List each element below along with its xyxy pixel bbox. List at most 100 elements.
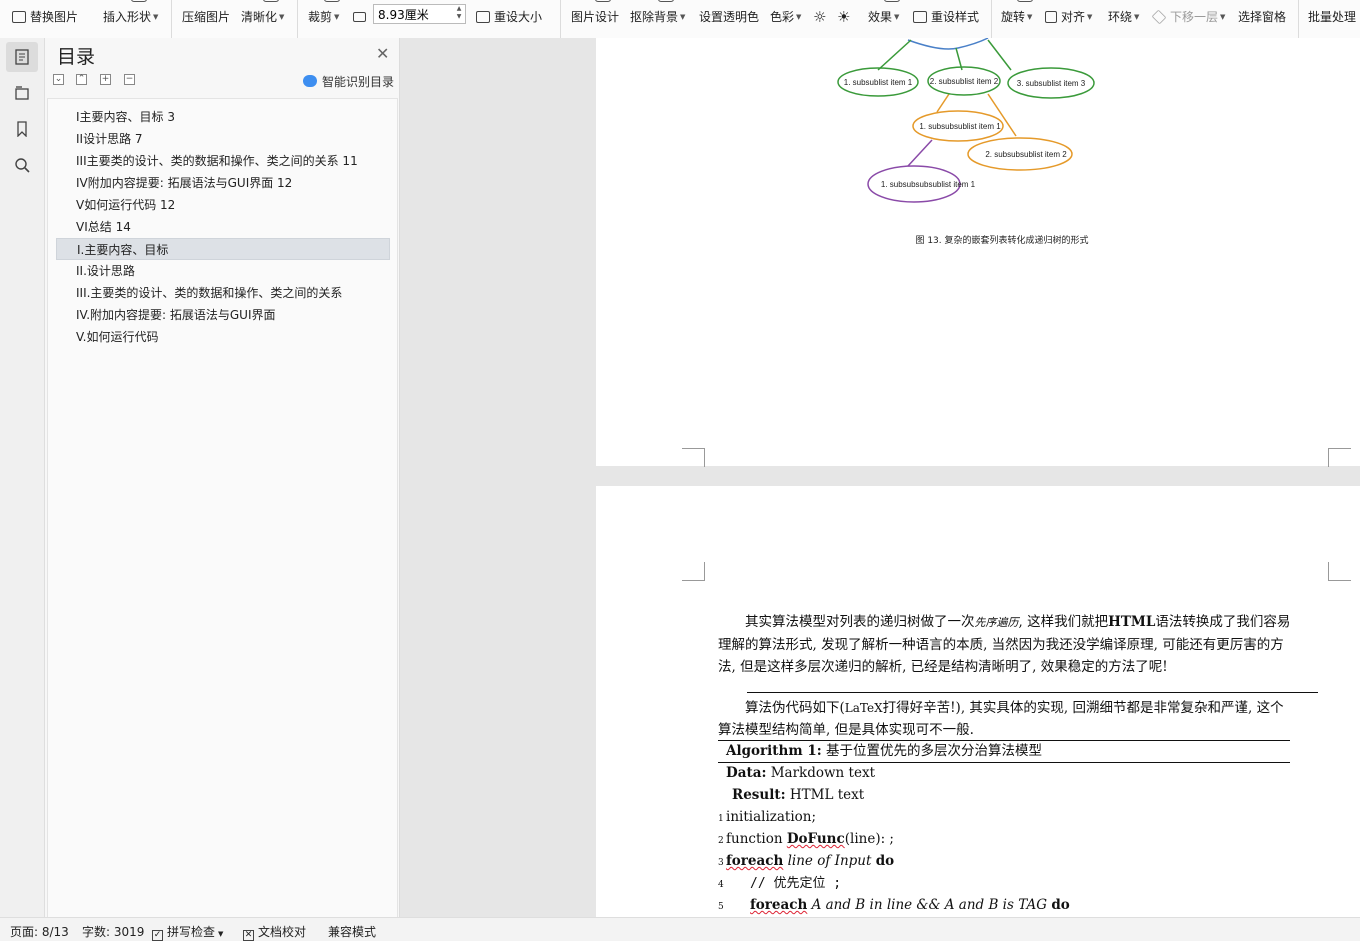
width-input[interactable] bbox=[373, 4, 466, 24]
document-outline-icon bbox=[15, 49, 29, 65]
rotate-button[interactable]: 旋转 ▼ bbox=[1001, 0, 1033, 27]
crop-icon bbox=[323, 0, 340, 2]
toc-item[interactable]: III主要类的设计、类的数据和操作、类之间的关系 11 bbox=[56, 150, 390, 172]
smart-toc-button[interactable]: 智能识别目录 bbox=[303, 72, 394, 90]
algorithm-result[interactable]: Result: HTML text bbox=[732, 784, 864, 806]
close-icon[interactable]: ✕ bbox=[376, 44, 389, 63]
chevron-down-icon: ▼ bbox=[153, 13, 159, 21]
toc-item[interactable]: III.主要类的设计、类的数据和操作、类之间的关系 bbox=[56, 282, 390, 304]
tree-node-label: 1. subsubsublist item 1 bbox=[919, 122, 1001, 131]
reset-style-icon bbox=[913, 11, 927, 23]
toc-item[interactable]: IV附加内容提要: 拓展语法与GUI界面 12 bbox=[56, 172, 390, 194]
insert-shape-button[interactable]: 插入形状 ▼ bbox=[103, 0, 159, 27]
batch-process-button[interactable]: 批量处理 bbox=[1308, 7, 1356, 27]
search-panel-button[interactable] bbox=[6, 150, 38, 180]
reset-style-button[interactable]: 重设样式 bbox=[913, 7, 979, 27]
effects-button[interactable]: 效果 ▼ bbox=[868, 0, 900, 27]
algorithm-line[interactable]: 3 foreach line of Input do bbox=[718, 850, 894, 874]
align-icon bbox=[1045, 11, 1057, 23]
tree-edge bbox=[877, 39, 912, 71]
status-bar: 页面: 8/13 字数: 3019 ✓ 拼写检查 ▼ ✕ 文档校对 兼容模式 bbox=[0, 917, 1360, 941]
toc-title: 目录 bbox=[57, 46, 96, 68]
compress-image-button[interactable]: 压缩图片 bbox=[182, 7, 230, 27]
tree-edge bbox=[936, 93, 950, 113]
align-button[interactable]: 对齐 ▼ bbox=[1045, 7, 1092, 27]
chevron-down-icon: ▼ bbox=[680, 13, 686, 21]
selection-pane-button[interactable]: 选择窗格 bbox=[1238, 7, 1286, 27]
algorithm-line[interactable]: 2 function DoFunc(line): ; bbox=[718, 828, 894, 852]
chapter-icon bbox=[15, 86, 29, 100]
tree-node-label: 1. subsubsubsublist item 1 bbox=[881, 180, 976, 189]
image-design-button[interactable]: 图片设计 bbox=[571, 0, 619, 27]
clarify-button[interactable]: 清晰化 ▼ bbox=[241, 0, 284, 27]
divider bbox=[747, 692, 1318, 693]
width-stepper[interactable]: ▲ ▼ bbox=[454, 5, 464, 23]
toc-item[interactable]: IV.附加内容提要: 拓展语法与GUI界面 bbox=[56, 304, 390, 326]
set-transparent-button[interactable]: 设置透明色 bbox=[699, 7, 759, 27]
word-count[interactable]: 字数: 3019 bbox=[82, 923, 144, 940]
tree-node-label: 1. subsublist item 1 bbox=[844, 78, 913, 87]
brightness-down-icon[interactable]: ☀ bbox=[837, 7, 850, 27]
picture-tools-ribbon: 替换图片 插入形状▼ 压缩图片 清晰化▼ 裁剪▼ ▲▼ 重设大小 图片设计 抠除… bbox=[0, 0, 1360, 39]
figure-caption: 图 13. 复杂的嵌套列表转化成递归树的形式 bbox=[915, 234, 1088, 246]
tree-node-label: 2. subsubsublist item 2 bbox=[985, 150, 1067, 159]
spell-check-button[interactable]: ✓ 拼写检查 ▼ bbox=[152, 923, 223, 941]
divider bbox=[171, 0, 172, 38]
wrap-button[interactable]: 环绕 ▼ bbox=[1108, 7, 1139, 27]
algorithm-line[interactable]: 4// 优先定位 ; bbox=[718, 872, 841, 896]
reset-size-button[interactable]: 重设大小 bbox=[476, 7, 542, 27]
algorithm-title[interactable]: Algorithm 1: 基于位置优先的多层次分治算法模型 bbox=[726, 740, 1042, 762]
toc-item[interactable]: V如何运行代码 12 bbox=[56, 194, 390, 216]
crop-mark bbox=[1328, 448, 1351, 467]
algorithm-line[interactable]: 1 initialization; bbox=[718, 806, 816, 830]
width-icon bbox=[353, 7, 370, 27]
tree-node-label: 3. subsublist item 3 bbox=[1017, 79, 1086, 88]
remove-heading-icon[interactable]: − bbox=[124, 74, 135, 85]
chevron-down-icon: ▼ bbox=[1220, 13, 1226, 21]
remove-bg-icon bbox=[657, 0, 674, 2]
checkbox-icon: ✓ bbox=[152, 930, 163, 941]
divider bbox=[560, 0, 561, 38]
toc-panel: 目录 ✕ ⌄ ⌃ + − 智能识别目录 I主要内容、目标 3 II设计思路 7 … bbox=[45, 38, 400, 918]
algorithm-data[interactable]: Data: Markdown text bbox=[726, 762, 875, 784]
search-icon bbox=[15, 158, 30, 173]
toc-list: I主要内容、目标 3 II设计思路 7 III主要类的设计、类的数据和操作、类之… bbox=[47, 98, 398, 918]
toc-item[interactable]: II设计思路 7 bbox=[56, 128, 390, 150]
design-icon bbox=[595, 0, 611, 2]
send-backward-button[interactable]: 下移一层 ▼ bbox=[1151, 7, 1226, 27]
crop-mark bbox=[1328, 562, 1351, 581]
document-canvas[interactable]: 1. subsublist item 1 2. subsublist item … bbox=[400, 38, 1360, 917]
collapse-all-icon[interactable]: ⌃ bbox=[76, 74, 87, 85]
crop-mark bbox=[682, 562, 705, 581]
toc-panel-button[interactable] bbox=[6, 42, 38, 72]
brightness-up-icon[interactable]: ☼ bbox=[813, 7, 826, 27]
chapter-panel-button[interactable] bbox=[6, 78, 38, 108]
replace-image-button[interactable]: 替换图片 bbox=[12, 7, 78, 27]
algorithm-line[interactable]: 5 foreach A and B in line && A and B is T… bbox=[718, 894, 1070, 917]
crop-button[interactable]: 裁剪 ▼ bbox=[308, 0, 340, 27]
toc-item[interactable]: VI总结 14 bbox=[56, 216, 390, 238]
toc-item-selected[interactable]: I.主要内容、目标 bbox=[56, 238, 390, 260]
document-page: 1. subsublist item 1 2. subsublist item … bbox=[596, 38, 1360, 467]
tree-node-label: 2. subsublist item 2 bbox=[930, 77, 999, 86]
toc-item[interactable]: V.如何运行代码 bbox=[56, 326, 390, 348]
compat-mode-label: 兼容模式 bbox=[328, 925, 377, 939]
expand-all-icon[interactable]: ⌄ bbox=[53, 74, 64, 85]
chevron-down-icon: ▼ bbox=[218, 930, 224, 938]
toc-item[interactable]: II.设计思路 bbox=[56, 260, 390, 282]
bookmark-panel-button[interactable] bbox=[6, 114, 38, 144]
shape-icon bbox=[130, 0, 147, 2]
body-paragraph[interactable]: 其实算法模型对列表的递归树做了一次先序遍历, 这样我们就把HTML语法转换成了我… bbox=[718, 611, 1292, 678]
page-indicator[interactable]: 页面: 8/13 bbox=[10, 923, 69, 940]
tree-edge bbox=[907, 38, 989, 50]
color-button[interactable]: 色彩 ▼ bbox=[770, 7, 801, 27]
body-paragraph[interactable]: 算法伪代码如下(LaTeX打得好辛苦!), 其实具体的实现, 回溯细节都是非常复… bbox=[718, 697, 1292, 741]
proofread-button[interactable]: ✕ 文档校对 bbox=[243, 923, 306, 941]
proofread-icon: ✕ bbox=[243, 930, 254, 941]
add-heading-icon[interactable]: + bbox=[100, 74, 111, 85]
image-icon bbox=[12, 11, 26, 23]
divider bbox=[991, 0, 992, 38]
recursion-tree-figure[interactable]: 1. subsublist item 1 2. subsublist item … bbox=[596, 38, 1360, 466]
toc-item[interactable]: I主要内容、目标 3 bbox=[56, 106, 390, 128]
remove-background-button[interactable]: 抠除背景 ▼ bbox=[630, 0, 686, 27]
